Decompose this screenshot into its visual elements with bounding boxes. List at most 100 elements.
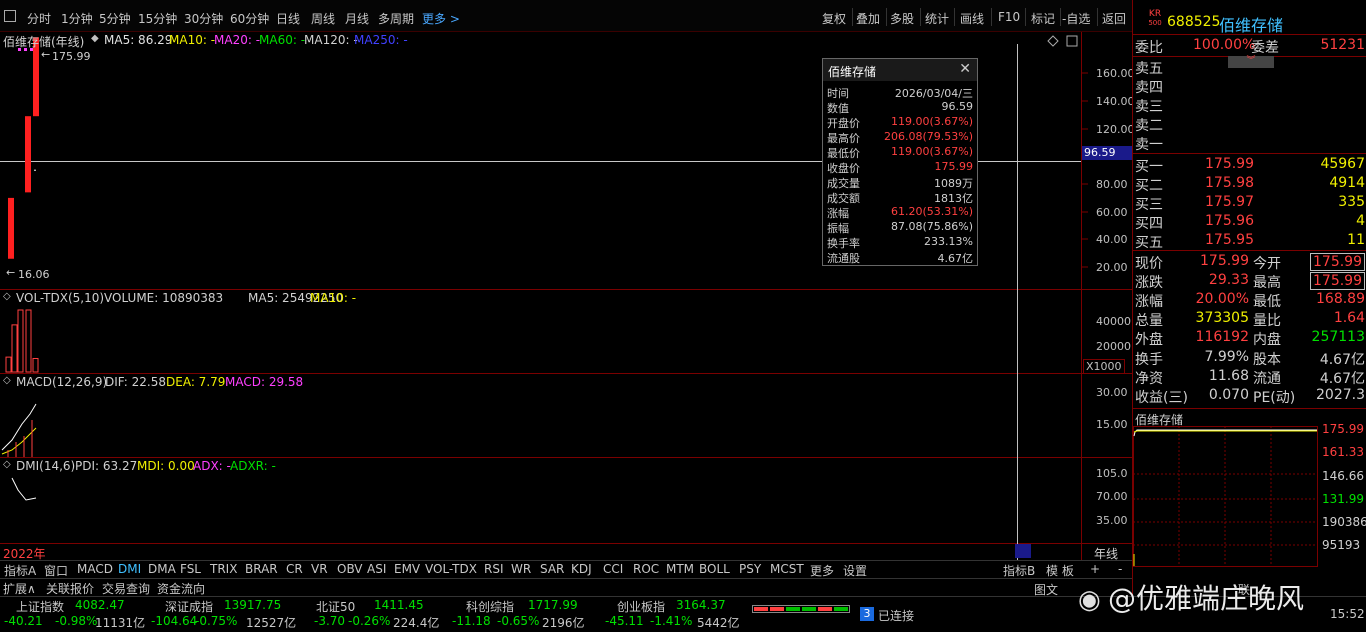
- volume-bar: [11, 324, 18, 373]
- y-tick: 120.00: [1096, 123, 1135, 136]
- indicator-tab[interactable]: 更多: [810, 562, 834, 579]
- indicator-tab[interactable]: DMI: [118, 562, 141, 576]
- indicator-tab[interactable]: CCI: [603, 562, 623, 576]
- ask-row[interactable]: 卖四: [1133, 77, 1366, 96]
- bid-row[interactable]: 买三 175.97 335: [1133, 194, 1366, 213]
- mini-y-label: 161.33: [1322, 445, 1364, 459]
- indicator-tab[interactable]: 指标B: [1003, 562, 1035, 579]
- indicator-tab[interactable]: BRAR: [245, 562, 278, 576]
- indicator-tab[interactable]: KDJ: [571, 562, 592, 576]
- bid-row[interactable]: 买一 175.99 45967: [1133, 156, 1366, 175]
- fuquan-button[interactable]: 复权: [822, 10, 846, 27]
- tab-15min[interactable]: 15分钟: [138, 10, 177, 27]
- indicator-tab[interactable]: VR: [311, 562, 328, 576]
- tab-60min[interactable]: 60分钟: [230, 10, 269, 27]
- indicator-tab[interactable]: DMA: [148, 562, 176, 576]
- quote-row: 涨跌 29.33 最高 175.99: [1133, 272, 1366, 291]
- ma10-label: MA10: -: [169, 33, 216, 47]
- ask-row[interactable]: 卖一: [1133, 134, 1366, 153]
- index-percent: -0.26%: [348, 614, 391, 628]
- ask-row[interactable]: 卖五: [1133, 58, 1366, 77]
- bid-row[interactable]: 买二 175.98 4914: [1133, 175, 1366, 194]
- extension-tab[interactable]: 关联报价: [46, 580, 94, 597]
- macd-dea-label: DEA: 7.79: [166, 375, 226, 389]
- add-watchlist-button[interactable]: -自选: [1062, 10, 1090, 27]
- extension-tab[interactable]: 资金流向: [157, 580, 205, 597]
- ask-row[interactable]: 卖三: [1133, 96, 1366, 115]
- indicator-tab[interactable]: SAR: [540, 562, 564, 576]
- indicator-tab[interactable]: CR: [286, 562, 303, 576]
- tab-daily[interactable]: 日线: [276, 10, 300, 27]
- macd-collapse-icon[interactable]: ◇: [3, 375, 11, 386]
- indicator-tab[interactable]: MCST: [770, 562, 804, 576]
- diamond-icon[interactable]: [1047, 35, 1059, 47]
- indicator-tab[interactable]: MACD: [77, 562, 113, 576]
- index-amount: 224.4亿: [393, 616, 440, 630]
- weibi-row: 委比 100.00% 委差 51231: [1135, 37, 1365, 56]
- indicator-tab[interactable]: -: [1118, 562, 1122, 576]
- tab-weekly[interactable]: 周线: [311, 10, 335, 27]
- indicator-tab[interactable]: TRIX: [210, 562, 237, 576]
- tab-5min[interactable]: 5分钟: [99, 10, 131, 27]
- mini-y-label: 146.66: [1322, 469, 1364, 483]
- ask-row[interactable]: 卖二: [1133, 115, 1366, 134]
- indicator-tab[interactable]: WR: [511, 562, 531, 576]
- indicator-tab[interactable]: 指标A: [4, 562, 36, 579]
- extension-tab[interactable]: 交易查询: [102, 580, 150, 597]
- dmi-y-tick: 105.0: [1096, 467, 1128, 480]
- index-value: 4082.47: [75, 598, 125, 612]
- indicator-tab[interactable]: VOL-TDX: [425, 562, 477, 576]
- indicator-tab[interactable]: RSI: [484, 562, 504, 576]
- index-percent: -0.75%: [195, 614, 238, 628]
- weibo-logo-icon: ◉: [1078, 585, 1101, 615]
- ma-toggle-icon[interactable]: ◆: [91, 33, 99, 44]
- tab-multi-period[interactable]: 多周期: [378, 10, 414, 27]
- indicator-tab[interactable]: EMV: [394, 562, 420, 576]
- multi-stock-button[interactable]: 多股: [890, 10, 914, 27]
- popup-row-value: 87.08(75.86%): [890, 220, 973, 233]
- popup-row: 换手率 233.13%: [823, 235, 977, 250]
- close-icon[interactable]: ✕: [959, 61, 971, 77]
- indicator-tab[interactable]: 窗口: [44, 562, 68, 579]
- tab-monthly[interactable]: 月线: [345, 10, 369, 27]
- indicator-tab[interactable]: 设置: [843, 562, 867, 579]
- indicator-tab[interactable]: MTM: [666, 562, 694, 576]
- mark-button[interactable]: 标记: [1031, 10, 1055, 27]
- dmi-collapse-icon[interactable]: ◇: [3, 459, 11, 470]
- popup-row: 收盘价 175.99: [823, 160, 977, 175]
- extension-tab[interactable]: 扩展∧: [3, 580, 36, 597]
- draw-line-button[interactable]: 画线: [960, 10, 984, 27]
- indicator-tab[interactable]: +: [1090, 562, 1100, 576]
- stock-name[interactable]: 佰维存储: [1219, 12, 1283, 36]
- vol-y-tick: 40000: [1096, 315, 1131, 328]
- indicator-tab[interactable]: OBV: [337, 562, 363, 576]
- tab-fenshi[interactable]: 分时: [27, 10, 51, 27]
- ma250-label: MA250: -: [354, 33, 408, 47]
- indicator-tab[interactable]: ASI: [367, 562, 386, 576]
- indicator-tab[interactable]: 模 板: [1046, 562, 1074, 579]
- overlay-button[interactable]: 叠加: [856, 10, 880, 27]
- indicator-tab[interactable]: PSY: [739, 562, 761, 576]
- bid-row[interactable]: 买五 175.95 11: [1133, 232, 1366, 251]
- bid-row[interactable]: 买四 175.96 4: [1133, 213, 1366, 232]
- popup-row: 时间 2026/03/04/三: [823, 85, 977, 100]
- window-menu-icon[interactable]: [4, 10, 16, 22]
- bottom-tab-tuwen[interactable]: 图文: [1034, 581, 1058, 598]
- connection-status[interactable]: 已连接: [878, 607, 914, 624]
- back-button[interactable]: 返回: [1102, 10, 1126, 27]
- indicator-tab[interactable]: ROC: [633, 562, 659, 576]
- macd-title: MACD(12,26,9): [16, 375, 108, 389]
- low-price-label: 16.06: [18, 268, 50, 281]
- tab-1min[interactable]: 1分钟: [61, 10, 93, 27]
- vol-collapse-icon[interactable]: ◇: [3, 291, 11, 302]
- indicator-tab[interactable]: BOLL: [699, 562, 730, 576]
- indicator-tab[interactable]: FSL: [180, 562, 201, 576]
- tab-30min[interactable]: 30分钟: [184, 10, 223, 27]
- layout-toggle-icon[interactable]: [1066, 35, 1078, 47]
- stats-button[interactable]: 统计: [925, 10, 949, 27]
- y-tick: 80.00: [1096, 178, 1128, 191]
- f10-button[interactable]: F10: [998, 10, 1020, 24]
- candle-group: [8, 37, 39, 259]
- tab-more[interactable]: 更多 >: [422, 10, 460, 27]
- popup-row-value: 96.59: [941, 100, 974, 113]
